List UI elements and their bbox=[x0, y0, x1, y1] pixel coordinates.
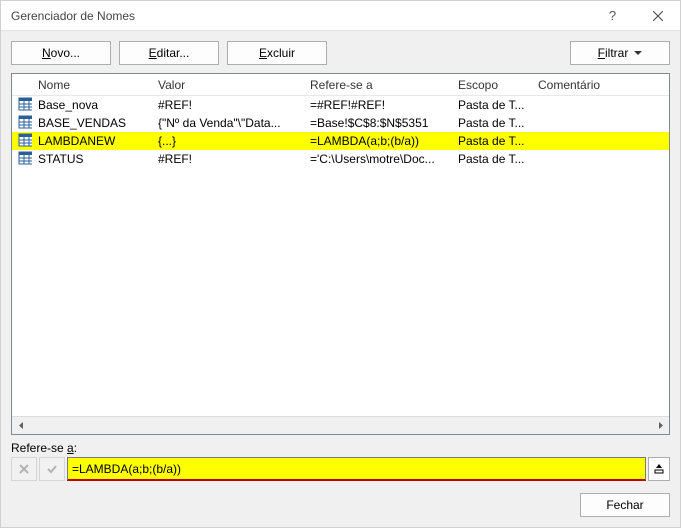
table-row[interactable]: BASE_VENDAS{"Nº da Venda"\"Data...=Base!… bbox=[12, 114, 669, 132]
column-header-row: Nome Valor Refere-se a Escopo Comentário bbox=[12, 74, 669, 96]
col-value[interactable]: Valor bbox=[152, 78, 304, 92]
cell-name: LAMBDANEW bbox=[32, 134, 152, 148]
cell-ref: ='C:\Users\motre\Doc... bbox=[304, 152, 452, 166]
range-picker-button[interactable] bbox=[648, 457, 670, 481]
dialog-footer: Fechar bbox=[1, 485, 680, 527]
cell-scope: Pasta de T... bbox=[452, 116, 532, 130]
close-button[interactable]: Fechar bbox=[580, 493, 670, 517]
cell-ref: =#REF!#REF! bbox=[304, 98, 452, 112]
new-button[interactable]: Novo... bbox=[11, 41, 111, 65]
commit-edit-button bbox=[39, 457, 65, 481]
refers-to-input[interactable] bbox=[67, 457, 646, 481]
name-manager-dialog: Gerenciador de Nomes ? Novo... Editar...… bbox=[0, 0, 681, 528]
table-row[interactable]: STATUS#REF!='C:\Users\motre\Doc...Pasta … bbox=[12, 150, 669, 168]
cell-name: Base_nova bbox=[32, 98, 152, 112]
cell-value: {...} bbox=[152, 134, 304, 148]
titlebar: Gerenciador de Nomes ? bbox=[1, 1, 680, 31]
refers-to-label: Refere-se a: bbox=[11, 441, 670, 457]
horizontal-scrollbar[interactable] bbox=[12, 416, 669, 434]
table-icon bbox=[12, 97, 32, 114]
toolbar: Novo... Editar... Excluir Filtrar bbox=[1, 31, 680, 73]
cell-ref: =LAMBDA(a;b;(b/a)) bbox=[304, 134, 452, 148]
table-row[interactable]: LAMBDANEW{...}=LAMBDA(a;b;(b/a))Pasta de… bbox=[12, 132, 669, 150]
scroll-left-icon[interactable] bbox=[12, 417, 30, 434]
col-comment[interactable]: Comentário bbox=[532, 78, 669, 92]
col-name[interactable]: Nome bbox=[32, 78, 152, 92]
rows-area: Base_nova#REF!=#REF!#REF!Pasta de T...BA… bbox=[12, 96, 669, 416]
cell-value: {"Nº da Venda"\"Data... bbox=[152, 116, 304, 130]
delete-button[interactable]: Excluir bbox=[227, 41, 327, 65]
col-scope[interactable]: Escopo bbox=[452, 78, 532, 92]
close-window-button[interactable] bbox=[635, 1, 680, 31]
cell-name: BASE_VENDAS bbox=[32, 116, 152, 130]
cell-name: STATUS bbox=[32, 152, 152, 166]
cancel-edit-button bbox=[11, 457, 37, 481]
edit-button[interactable]: Editar... bbox=[119, 41, 219, 65]
cell-scope: Pasta de T... bbox=[452, 134, 532, 148]
help-button[interactable]: ? bbox=[590, 1, 635, 31]
table-icon bbox=[12, 133, 32, 150]
refers-to-area: Refere-se a: bbox=[1, 435, 680, 485]
cell-scope: Pasta de T... bbox=[452, 152, 532, 166]
window-title: Gerenciador de Nomes bbox=[11, 9, 590, 23]
table-row[interactable]: Base_nova#REF!=#REF!#REF!Pasta de T... bbox=[12, 96, 669, 114]
cell-value: #REF! bbox=[152, 152, 304, 166]
table-icon bbox=[12, 151, 32, 168]
names-list: Nome Valor Refere-se a Escopo Comentário… bbox=[11, 73, 670, 435]
table-icon bbox=[12, 115, 32, 132]
filter-button[interactable]: Filtrar bbox=[570, 41, 670, 65]
col-ref[interactable]: Refere-se a bbox=[304, 78, 452, 92]
cell-ref: =Base!$C$8:$N$5351 bbox=[304, 116, 452, 130]
cell-value: #REF! bbox=[152, 98, 304, 112]
scroll-right-icon[interactable] bbox=[651, 417, 669, 434]
cell-scope: Pasta de T... bbox=[452, 98, 532, 112]
